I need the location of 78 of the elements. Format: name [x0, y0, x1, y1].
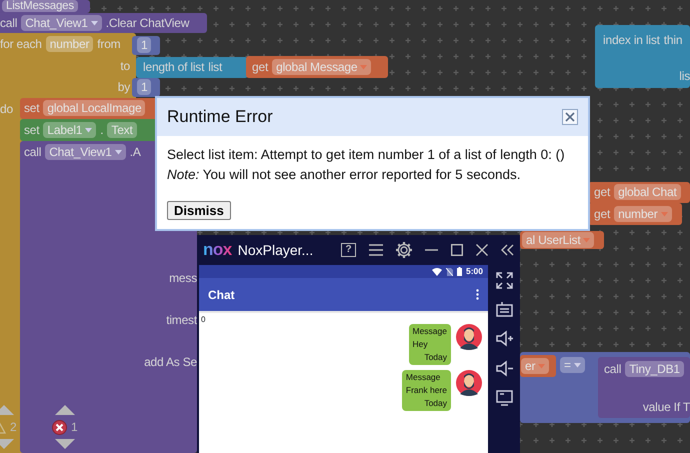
- block-label: call: [604, 362, 622, 376]
- message-time: Today: [423, 351, 447, 364]
- scroll-down-icon[interactable]: [54, 439, 75, 449]
- block-label: value If T: [642, 400, 690, 414]
- block-label: get: [594, 184, 610, 200]
- message-label: Message: [406, 371, 442, 384]
- block-label: from: [97, 36, 120, 52]
- settings-icon[interactable]: [396, 242, 412, 258]
- message-text: Hey: [412, 338, 429, 351]
- close-button[interactable]: [562, 109, 578, 125]
- block-label: set: [24, 122, 40, 138]
- no-sim-icon: [446, 268, 453, 276]
- close-icon[interactable]: [476, 244, 488, 256]
- block-field[interactable]: number: [614, 206, 672, 222]
- block-label: index in list: [603, 32, 660, 48]
- block-field[interactable]: Chat_View1: [21, 15, 102, 31]
- message-time: Today: [423, 397, 447, 410]
- collapse-icon[interactable]: [501, 244, 514, 256]
- block-field[interactable]: Chat_View1: [45, 144, 126, 160]
- error-note: Note: You will not see another error reported for 5 seconds.: [167, 166, 522, 184]
- avatar-icon: [456, 324, 482, 350]
- fullscreen-icon[interactable]: [496, 272, 512, 289]
- dialog-title: Runtime Error: [167, 106, 273, 128]
- block-field[interactable]: global Message: [272, 59, 372, 75]
- volume-up-icon[interactable]: [496, 330, 512, 347]
- block-label: set: [24, 100, 40, 116]
- block-field[interactable]: al UserList: [522, 232, 594, 248]
- digit-field[interactable]: 1: [137, 37, 152, 53]
- count-label: 1: [71, 419, 78, 436]
- status-time: 5:00: [466, 265, 483, 278]
- block-label: call: [24, 144, 42, 160]
- block-label: get: [252, 60, 268, 74]
- app-title: Chat: [208, 286, 235, 304]
- block-label: timest: [166, 312, 197, 328]
- block-label: list: [208, 60, 222, 74]
- block-label: do: [0, 102, 13, 116]
- block-label: .A: [130, 144, 141, 160]
- message-text: Frank here: [406, 384, 447, 397]
- block-label: .Clear ChatView: [106, 16, 190, 30]
- wifi-icon: [432, 268, 442, 276]
- block-field[interactable]: Tiny_DB1: [625, 361, 684, 377]
- block-field[interactable]: ListMessages: [2, 0, 78, 12]
- screen-icon[interactable]: [496, 390, 512, 406]
- count-label: 2: [10, 419, 17, 436]
- block-label: thin: [664, 32, 682, 48]
- overflow-menu-icon[interactable]: [476, 289, 479, 300]
- help-button[interactable]: ?: [341, 243, 356, 257]
- keyboard-icon[interactable]: [496, 302, 512, 317]
- dismiss-button[interactable]: Dismiss: [167, 201, 231, 220]
- error-icon: [52, 420, 67, 434]
- block-field[interactable]: Text: [107, 122, 137, 138]
- maximize-icon[interactable]: [451, 244, 463, 256]
- block-field[interactable]: =: [560, 357, 585, 373]
- block-label: mess: [169, 270, 197, 286]
- block-label: get: [594, 206, 610, 222]
- block-label: .: [100, 122, 104, 138]
- block-label: to: [120, 58, 130, 74]
- window-title: NoxPlayer...: [238, 240, 314, 260]
- block-label: by: [118, 80, 130, 94]
- block-field[interactable]: global LocalImage: [43, 100, 146, 116]
- volume-down-icon[interactable]: [496, 360, 512, 377]
- block-label: add As Se: [144, 354, 197, 370]
- block-label: for each: [0, 36, 42, 52]
- counter-label: 0: [201, 315, 206, 324]
- digit-field[interactable]: 1: [137, 79, 152, 95]
- message-label: Message: [412, 325, 447, 338]
- block-field[interactable]: number: [46, 36, 94, 52]
- avatar-icon: [456, 370, 482, 396]
- battery-icon: [456, 267, 462, 276]
- block-field[interactable]: er: [521, 358, 550, 374]
- menu-icon[interactable]: [369, 244, 383, 256]
- error-message: Select list item: Attempt to get item number 1 of a list of length 0: (): [167, 146, 566, 164]
- scroll-up-icon[interactable]: [54, 405, 75, 415]
- block-field[interactable]: global Chat: [614, 184, 681, 200]
- block-label: call: [0, 16, 18, 30]
- block-label: lis: [679, 68, 690, 84]
- block-label: length of list: [143, 60, 204, 74]
- block-field[interactable]: Label1: [43, 122, 96, 138]
